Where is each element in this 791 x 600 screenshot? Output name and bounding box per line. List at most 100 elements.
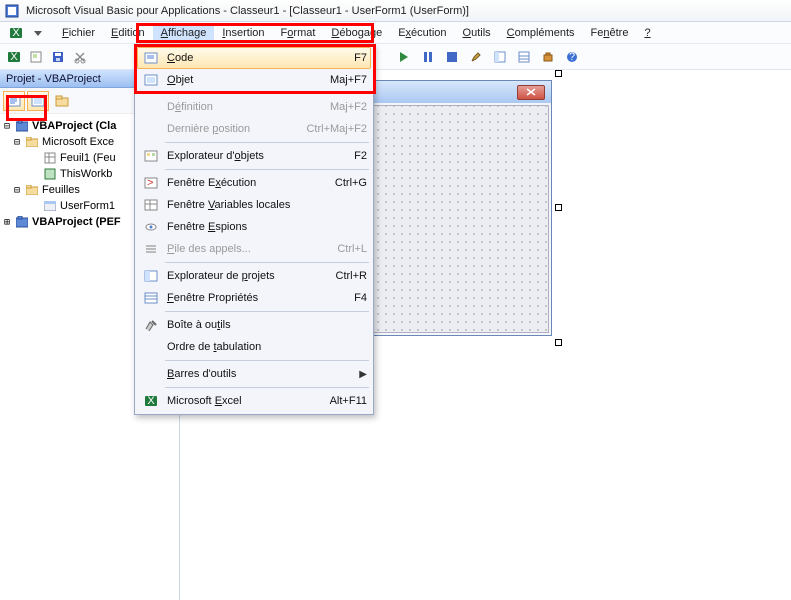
menu-item-label: Explorateur d'objets <box>167 150 348 162</box>
pause-icon[interactable] <box>418 48 438 66</box>
proj-explorer-icon <box>141 267 161 285</box>
blank-icon <box>141 338 161 356</box>
immediate-icon: > <box>141 174 161 192</box>
vbaproject-icon <box>15 119 29 133</box>
menu-item-shortcut: Maj+F7 <box>330 74 367 86</box>
app-icon <box>4 3 20 19</box>
tree-label: VBAProject (PEF <box>32 216 121 228</box>
menu-fichier[interactable]: Fichier <box>54 25 103 41</box>
folder-open-icon <box>25 183 39 197</box>
svg-text:X: X <box>12 27 20 39</box>
vbaproject-icon <box>15 215 29 229</box>
insert-item-icon[interactable] <box>26 48 46 66</box>
menu-item-label: Fenêtre Espions <box>167 221 361 233</box>
save-icon[interactable] <box>48 48 68 66</box>
properties-icon[interactable] <box>514 48 534 66</box>
code-icon <box>141 49 161 67</box>
blank-icon <box>141 98 161 116</box>
object-icon <box>141 71 161 89</box>
menu-item-fen-tre-espions[interactable]: Fenêtre Espions <box>137 216 371 238</box>
menu-item-microsoft-excel[interactable]: XMicrosoft ExcelAlt+F11 <box>137 390 371 412</box>
stop-icon[interactable] <box>442 48 462 66</box>
folder-open-icon <box>25 135 39 149</box>
menu-format[interactable]: Format <box>273 25 324 41</box>
view-excel-icon[interactable]: X <box>4 48 24 66</box>
menu-exécution[interactable]: Exécution <box>390 25 454 41</box>
toggle-folders-button[interactable] <box>51 91 73 111</box>
menu-item-fen-tre-propri-t-s[interactable]: Fenêtre Propriétés F4 <box>137 287 371 309</box>
stack-icon <box>141 240 161 258</box>
tree-label: UserForm1 <box>60 200 115 212</box>
menu-item-shortcut: Alt+F11 <box>330 395 367 407</box>
menu-item-shortcut: F4 <box>354 292 367 304</box>
menu-item-label: Boîte à outils <box>167 319 361 331</box>
menu-item-barres-d-outils[interactable]: Barres d'outils ▶ <box>137 363 371 385</box>
svg-text:?: ? <box>569 51 575 63</box>
menu-insertion[interactable]: Insertion <box>214 25 272 41</box>
tree-label: VBAProject (Cla <box>32 120 116 132</box>
dropdown-icon[interactable] <box>28 24 48 42</box>
submenu-arrow-icon: ▶ <box>359 369 367 380</box>
svg-text:X: X <box>147 395 155 407</box>
excel-icon: X <box>141 392 161 410</box>
secondary-toolbar: ? <box>394 44 582 70</box>
menu-item-shortcut: F2 <box>354 150 367 162</box>
menu-item-shortcut: Ctrl+G <box>335 177 367 189</box>
sheet-icon <box>43 151 57 165</box>
affichage-menu: CodeF7ObjetMaj+F7 Définition Maj+F2 Dernièr… <box>134 44 374 415</box>
menu-item-label: Explorateur de projets <box>167 270 330 282</box>
menu-affichage[interactable]: Affichage <box>153 25 215 41</box>
menu-item-label: Ordre de tabulation <box>167 341 361 353</box>
properties-icon <box>141 289 161 307</box>
project-explorer-title: Projet - VBAProject <box>6 73 101 85</box>
menu-item-shortcut: Ctrl+Maj+F2 <box>306 123 367 135</box>
excel-icon[interactable]: X <box>6 24 26 42</box>
tree-label: Microsoft Exce <box>42 136 114 148</box>
menu-item-shortcut: Maj+F2 <box>330 101 367 113</box>
menu-?[interactable]: ? <box>636 25 658 41</box>
menu-item-fen-tre-ex-cution[interactable]: > Fenêtre Exécution Ctrl+G <box>137 172 371 194</box>
menu-item-code[interactable]: CodeF7 <box>137 47 371 69</box>
menu-item-explorateur-d-objets[interactable]: Explorateur d'objets F2 <box>137 145 371 167</box>
menu-item-bo-te-outils[interactable]: Boîte à outils <box>137 314 371 336</box>
cut-icon[interactable] <box>70 48 90 66</box>
help-icon[interactable]: ? <box>562 48 582 66</box>
project-explorer-icon[interactable] <box>490 48 510 66</box>
main-area: Projet - VBAProject ⊟ VBAProject (Cla <box>0 70 791 600</box>
menu-separator <box>165 360 369 361</box>
view-object-button[interactable] <box>27 91 49 111</box>
menu-item-objet[interactable]: ObjetMaj+F7 <box>137 69 371 91</box>
svg-text:X: X <box>10 51 18 63</box>
window-title: Microsoft Visual Basic pour Applications… <box>26 5 469 17</box>
menu-item-pile-des-appels-: Pile des appels...Ctrl+L <box>137 238 371 260</box>
titlebar: Microsoft Visual Basic pour Applications… <box>0 0 791 22</box>
menu-item-label: Fenêtre Propriétés <box>167 292 348 304</box>
menu-separator <box>165 93 369 94</box>
userform-close-button[interactable] <box>517 85 545 100</box>
tree-label: Feuil1 (Feu <box>60 152 116 164</box>
menu-separator <box>165 262 369 263</box>
design-mode-icon[interactable] <box>466 48 486 66</box>
menu-edition[interactable]: Edition <box>103 25 153 41</box>
menu-compléments[interactable]: Compléments <box>499 25 583 41</box>
blank-icon <box>141 120 161 138</box>
menu-item-shortcut: F7 <box>354 52 367 64</box>
run-icon[interactable] <box>394 48 414 66</box>
menu-item-shortcut: Ctrl+R <box>336 270 367 282</box>
menu-item-explorateur-de-projets[interactable]: Explorateur de projets Ctrl+R <box>137 265 371 287</box>
menu-débogage[interactable]: Débogage <box>323 25 390 41</box>
menu-item-derni-re-position: Dernière positionCtrl+Maj+F2 <box>137 118 371 140</box>
toolbox-icon[interactable] <box>538 48 558 66</box>
menu-item-label: Fenêtre Exécution <box>167 177 329 189</box>
watch-icon <box>141 218 161 236</box>
menu-item-ordre-de-tabulation[interactable]: Ordre de tabulation <box>137 336 371 358</box>
menu-item-label: Pile des appels... <box>167 243 331 255</box>
menu-item-label: Définition <box>167 101 324 113</box>
view-code-button[interactable] <box>3 91 25 111</box>
menu-outils[interactable]: Outils <box>455 25 499 41</box>
obj-explorer-icon <box>141 147 161 165</box>
menu-fenêtre[interactable]: Fenêtre <box>583 25 637 41</box>
menu-separator <box>165 142 369 143</box>
menu-item-label: Barres d'outils <box>167 368 353 380</box>
menu-item-fen-tre-variables-locales[interactable]: Fenêtre Variables locales <box>137 194 371 216</box>
